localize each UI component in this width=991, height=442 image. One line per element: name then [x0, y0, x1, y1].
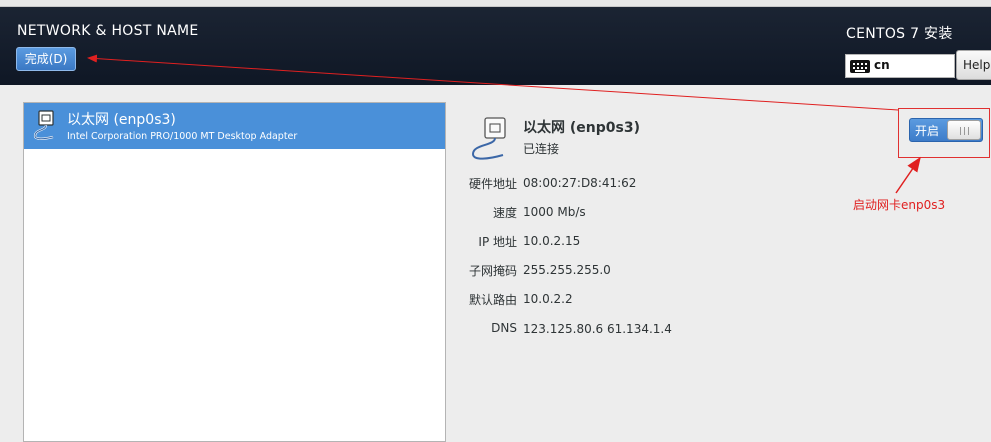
annotation-arrow-to-toggle: [895, 156, 921, 194]
annotation-arrows: [87, 54, 921, 194]
annotation-arrow-to-done: [87, 54, 899, 111]
